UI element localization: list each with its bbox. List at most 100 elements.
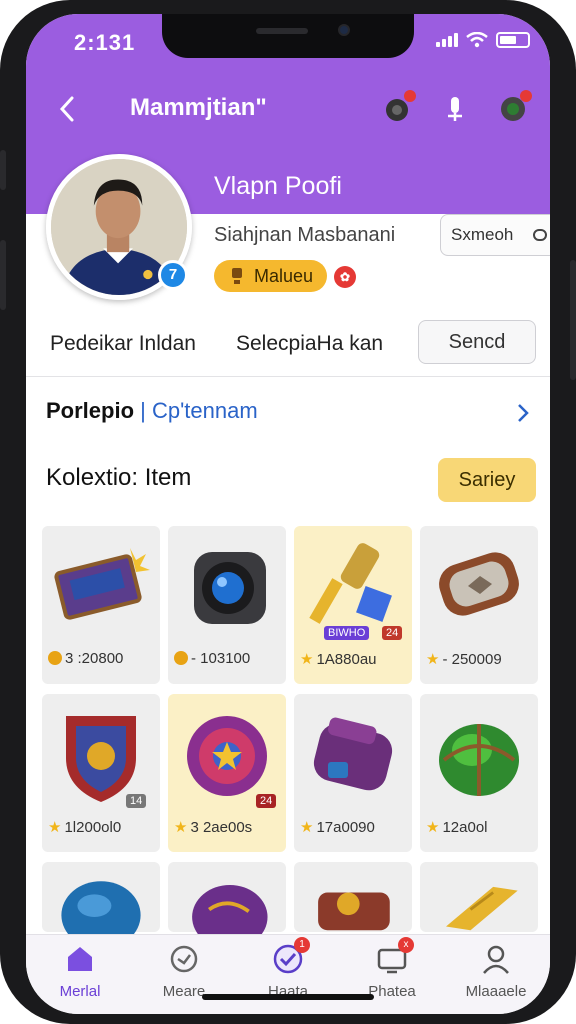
- power-button: [570, 260, 576, 380]
- app-title: Mammjtian": [130, 94, 267, 121]
- notification-dot: [404, 90, 416, 102]
- home-icon: [68, 947, 92, 971]
- notch: [162, 14, 414, 58]
- item-card[interactable]: ★ 17a0090: [294, 694, 412, 852]
- item-tag: BIWHO: [324, 626, 370, 640]
- pouch-icon: [313, 717, 393, 791]
- status-icons: [436, 32, 530, 48]
- tv-icon: x: [376, 937, 414, 975]
- trophy-icon: [232, 268, 242, 284]
- stat-middle[interactable]: SelecpiaHa kan: [236, 332, 383, 356]
- ring-icon: [192, 884, 268, 934]
- item-price: 3 :20800: [48, 650, 158, 667]
- volume-down-button: [0, 240, 6, 310]
- item-card[interactable]: [420, 862, 538, 932]
- star-icon: ★: [300, 819, 314, 836]
- level-badge[interactable]: Malueu: [214, 260, 328, 292]
- scroll-icon: [318, 892, 390, 931]
- hammer-icon: [309, 543, 392, 624]
- profile-name: Siahjnan Masbanani: [214, 224, 396, 246]
- gold-bar-icon: [446, 886, 518, 931]
- item-card[interactable]: ★ - 250009: [420, 526, 538, 684]
- item-price: ★ 1l200ol0: [48, 819, 122, 836]
- settings-button[interactable]: [498, 90, 532, 124]
- nav-item-profile[interactable]: Mlaaaele: [446, 943, 546, 1000]
- lens-icon: [194, 552, 266, 624]
- phone-frame: 2:131 Mammjtian" 7 Vlapn Poofi Siahjnan …: [0, 0, 576, 1024]
- coin-icon: [174, 651, 188, 665]
- item-card[interactable]: 24 ★ 3 2ae00s: [168, 694, 286, 852]
- divider: [26, 376, 550, 377]
- item-price: ★ 1A880au: [300, 651, 377, 668]
- portfolio-label: Porlepio: [46, 398, 135, 423]
- bracelet-icon: [439, 552, 519, 616]
- share-label: Sxmeoh: [451, 225, 514, 244]
- shield-icon: [66, 716, 136, 802]
- speaker: [256, 28, 308, 34]
- portfolio-row[interactable]: Porlepio | Cp'tennam: [46, 398, 258, 424]
- person-icon: [483, 945, 509, 974]
- nav-label: Mlaaaele: [465, 983, 527, 1000]
- level-label: Malueu: [254, 266, 314, 286]
- sort-button[interactable]: Sariey: [438, 458, 536, 502]
- profile-title: Vlapn Poofi: [214, 172, 342, 200]
- star-icon: ★: [426, 651, 440, 668]
- settings-dot: [520, 90, 532, 102]
- verified-badge: 7: [158, 260, 188, 290]
- nav-badge: 1: [294, 937, 310, 953]
- stat-left[interactable]: Pedeikar Inldan: [50, 332, 196, 356]
- nav-item-tasks[interactable]: 1 Haata: [238, 937, 338, 1000]
- share-button[interactable]: Sxmeoh: [440, 214, 550, 256]
- item-card[interactable]: BIWHO 24 ★ 1A880au: [294, 526, 412, 684]
- bottom-nav: Merlal Meare 1 Haata x Phatea Mlaaaele: [26, 934, 550, 1014]
- nav-item-history[interactable]: Meare: [134, 943, 234, 1000]
- collection-title: Kolextio: Item: [46, 464, 192, 491]
- star-icon: ★: [48, 819, 62, 836]
- send-button[interactable]: Sencd: [418, 320, 536, 364]
- chevron-right-icon[interactable]: [516, 402, 530, 424]
- medal-icon: ✿: [334, 266, 356, 288]
- item-card[interactable]: 3 :20800: [42, 526, 160, 684]
- item-card[interactable]: ★ 12a0ol: [420, 694, 538, 852]
- volume-up-button: [0, 150, 6, 190]
- front-camera: [338, 24, 350, 36]
- item-price: ★ 12a0ol: [426, 819, 488, 836]
- signal-icon: [436, 33, 458, 47]
- star-icon: ★: [174, 819, 188, 836]
- screen: 2:131 Mammjtian" 7 Vlapn Poofi Siahjnan …: [26, 14, 550, 1014]
- item-price: ★ 3 2ae00s: [174, 819, 253, 836]
- item-tag: 14: [126, 794, 147, 808]
- wifi-icon: [466, 32, 488, 48]
- orb-icon: [439, 724, 519, 796]
- item-price: ★ 17a0090: [300, 819, 375, 836]
- battery-icon: [496, 32, 530, 48]
- notification-button[interactable]: [382, 90, 416, 124]
- clock-icon: [170, 945, 198, 973]
- item-card[interactable]: - 103100: [168, 526, 286, 684]
- mic-button[interactable]: [440, 94, 470, 124]
- star-icon: ★: [300, 651, 314, 668]
- item-card[interactable]: 14 ★ 1l200ol0: [42, 694, 160, 852]
- item-card[interactable]: [42, 862, 160, 934]
- item-price: - 103100: [174, 650, 284, 667]
- link-icon: [533, 229, 547, 241]
- treasure-chest-icon: [54, 548, 150, 620]
- back-button[interactable]: [56, 94, 78, 124]
- nav-label: Merlal: [59, 983, 101, 1000]
- nav-item-home[interactable]: Merlal: [30, 943, 130, 1000]
- coin-icon: [48, 651, 62, 665]
- helmet-icon: [61, 881, 141, 934]
- star-icon: ★: [426, 819, 440, 836]
- item-card[interactable]: [294, 862, 412, 932]
- home-indicator[interactable]: [202, 994, 374, 1000]
- nav-badge: x: [398, 937, 414, 953]
- item-card[interactable]: [168, 862, 286, 934]
- item-tag-count: 24: [382, 626, 403, 640]
- item-tag: 24: [256, 794, 277, 808]
- nav-item-media[interactable]: x Phatea: [342, 937, 442, 1000]
- portfolio-link[interactable]: | Cp'tennam: [140, 398, 258, 423]
- microphone-icon: [448, 97, 462, 121]
- status-time: 2:131: [74, 30, 136, 55]
- amulet-icon: [187, 716, 267, 796]
- check-badge-icon: 1: [272, 937, 310, 975]
